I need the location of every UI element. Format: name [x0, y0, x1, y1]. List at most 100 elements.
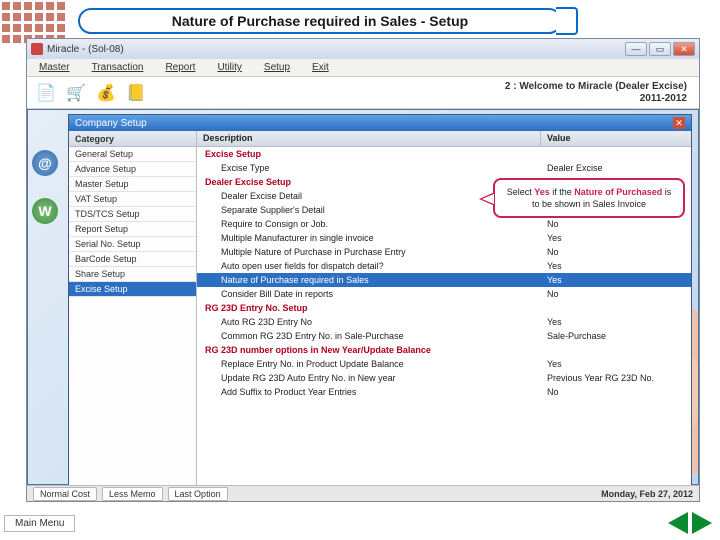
- category-panel: Category General SetupAdvance SetupMaste…: [69, 131, 197, 485]
- close-button[interactable]: ✕: [673, 42, 695, 56]
- cell-description: RG 23D Entry No. Setup: [197, 302, 541, 314]
- cell-value: No: [541, 386, 691, 398]
- maximize-button[interactable]: ▭: [649, 42, 671, 56]
- cell-value: [541, 349, 691, 351]
- side-icon-at[interactable]: @: [32, 150, 58, 176]
- cell-description: Require to Consign or Job.: [197, 218, 541, 230]
- menu-utility[interactable]: Utility: [217, 62, 241, 73]
- menu-transaction[interactable]: Transaction: [92, 62, 144, 73]
- category-item[interactable]: Serial No. Setup: [69, 237, 196, 252]
- status-btn-2[interactable]: Less Memo: [102, 487, 163, 501]
- cell-value: Yes: [541, 260, 691, 272]
- toolbar-cart-icon[interactable]: 🛒: [65, 82, 87, 104]
- status-bar: Normal Cost Less Memo Last Option Monday…: [27, 485, 699, 501]
- status-date: Monday, Feb 27, 2012: [601, 489, 693, 499]
- workspace: @ W Company Setup ✕ Category General Set…: [27, 109, 699, 485]
- cell-description: Excise Type: [197, 162, 541, 174]
- cell-description: RG 23D number options in New Year/Update…: [197, 344, 541, 356]
- column-description: Description: [197, 131, 541, 146]
- cell-value: Dealer Excise: [541, 162, 691, 174]
- setup-row[interactable]: Add Suffix to Product Year EntriesNo: [197, 385, 691, 399]
- category-item[interactable]: Advance Setup: [69, 162, 196, 177]
- cell-value: No: [541, 246, 691, 258]
- category-item[interactable]: Report Setup: [69, 222, 196, 237]
- cell-description: Consider Bill Date in reports: [197, 288, 541, 300]
- company-setup-dialog: Company Setup ✕ Category General SetupAd…: [68, 114, 692, 485]
- window-title: Miracle - (Sol-08): [47, 44, 124, 55]
- setup-row[interactable]: Replace Entry No. in Product Update Bala…: [197, 357, 691, 371]
- cell-description: Nature of Purchase required in Sales: [197, 274, 541, 286]
- cell-description: Multiple Nature of Purchase in Purchase …: [197, 246, 541, 258]
- menubar: Master Transaction Report Utility Setup …: [27, 59, 699, 77]
- cell-description: Dealer Excise Setup: [197, 176, 541, 188]
- dialog-title: Company Setup: [75, 118, 147, 129]
- side-icon-web[interactable]: W: [32, 198, 58, 224]
- column-value: Value: [541, 131, 691, 146]
- menu-report[interactable]: Report: [165, 62, 195, 73]
- slide-title: Nature of Purchase required in Sales - S…: [78, 8, 562, 34]
- cell-value: Yes: [541, 274, 691, 286]
- cell-value: [541, 307, 691, 309]
- main-menu-button[interactable]: Main Menu: [4, 515, 75, 532]
- cell-value: Previous Year RG 23D No.: [541, 372, 691, 384]
- cell-value: Sale-Purchase: [541, 330, 691, 342]
- slide-title-tab: [556, 7, 578, 35]
- cell-description: Update RG 23D Auto Entry No. in New year: [197, 372, 541, 384]
- category-item[interactable]: VAT Setup: [69, 192, 196, 207]
- app-window: Miracle - (Sol-08) — ▭ ✕ Master Transact…: [26, 38, 700, 502]
- setup-row[interactable]: Require to Consign or Job.No: [197, 217, 691, 231]
- minimize-button[interactable]: —: [625, 42, 647, 56]
- category-item[interactable]: Share Setup: [69, 267, 196, 282]
- section-row: RG 23D number options in New Year/Update…: [197, 343, 691, 357]
- cell-description: Auto RG 23D Entry No: [197, 316, 541, 328]
- menu-master[interactable]: Master: [39, 62, 70, 73]
- cell-description: Common RG 23D Entry No. in Sale-Purchase: [197, 330, 541, 342]
- category-item[interactable]: Excise Setup: [69, 282, 196, 297]
- next-arrow-icon[interactable]: [692, 512, 712, 534]
- toolbar-new-icon[interactable]: 📄: [35, 82, 57, 104]
- toolbar: 📄 🛒 💰 📒 2 : Welcome to Miracle (Dealer E…: [27, 77, 699, 109]
- app-icon: [31, 43, 43, 55]
- setup-row[interactable]: Excise TypeDealer Excise: [197, 161, 691, 175]
- category-item[interactable]: BarCode Setup: [69, 252, 196, 267]
- setup-row[interactable]: Multiple Nature of Purchase in Purchase …: [197, 245, 691, 259]
- cell-description: Excise Setup: [197, 148, 541, 160]
- dialog-close-icon[interactable]: ✕: [673, 117, 685, 129]
- setup-row[interactable]: Consider Bill Date in reportsNo: [197, 287, 691, 301]
- callout-tooltip: Select Yes if the Nature of Purchased is…: [493, 178, 685, 218]
- setup-row[interactable]: Update RG 23D Auto Entry No. in New year…: [197, 371, 691, 385]
- setup-row[interactable]: Auto open user fields for dispatch detai…: [197, 259, 691, 273]
- category-header: Category: [69, 131, 196, 147]
- toolbar-bag-icon[interactable]: 💰: [95, 82, 117, 104]
- cell-value: Yes: [541, 316, 691, 328]
- category-item[interactable]: TDS/TCS Setup: [69, 207, 196, 222]
- welcome-year: 2011-2012: [505, 93, 687, 105]
- prev-arrow-icon[interactable]: [668, 512, 688, 534]
- cell-value: No: [541, 218, 691, 230]
- section-row: Excise Setup: [197, 147, 691, 161]
- cell-value: [541, 153, 691, 155]
- decorative-dots: [2, 2, 65, 43]
- cell-value: Yes: [541, 232, 691, 244]
- setup-row[interactable]: Auto RG 23D Entry NoYes: [197, 315, 691, 329]
- setup-row[interactable]: Common RG 23D Entry No. in Sale-Purchase…: [197, 329, 691, 343]
- status-btn-1[interactable]: Normal Cost: [33, 487, 97, 501]
- menu-setup[interactable]: Setup: [264, 62, 290, 73]
- section-row: RG 23D Entry No. Setup: [197, 301, 691, 315]
- toolbar-ledger-icon[interactable]: 📒: [125, 82, 147, 104]
- cell-value: Yes: [541, 358, 691, 370]
- cell-description: Auto open user fields for dispatch detai…: [197, 260, 541, 272]
- menu-exit[interactable]: Exit: [312, 62, 329, 73]
- category-item[interactable]: General Setup: [69, 147, 196, 162]
- category-item[interactable]: Master Setup: [69, 177, 196, 192]
- setup-row[interactable]: Multiple Manufacturer in single invoiceY…: [197, 231, 691, 245]
- cell-value: No: [541, 288, 691, 300]
- callout-tail-icon: [479, 192, 495, 206]
- cell-description: Replace Entry No. in Product Update Bala…: [197, 358, 541, 370]
- status-btn-3[interactable]: Last Option: [168, 487, 228, 501]
- welcome-text: 2 : Welcome to Miracle (Dealer Excise): [505, 81, 687, 93]
- cell-description: Add Suffix to Product Year Entries: [197, 386, 541, 398]
- cell-description: Multiple Manufacturer in single invoice: [197, 232, 541, 244]
- setup-row[interactable]: Nature of Purchase required in SalesYes: [197, 273, 691, 287]
- window-titlebar: Miracle - (Sol-08) — ▭ ✕: [27, 39, 699, 59]
